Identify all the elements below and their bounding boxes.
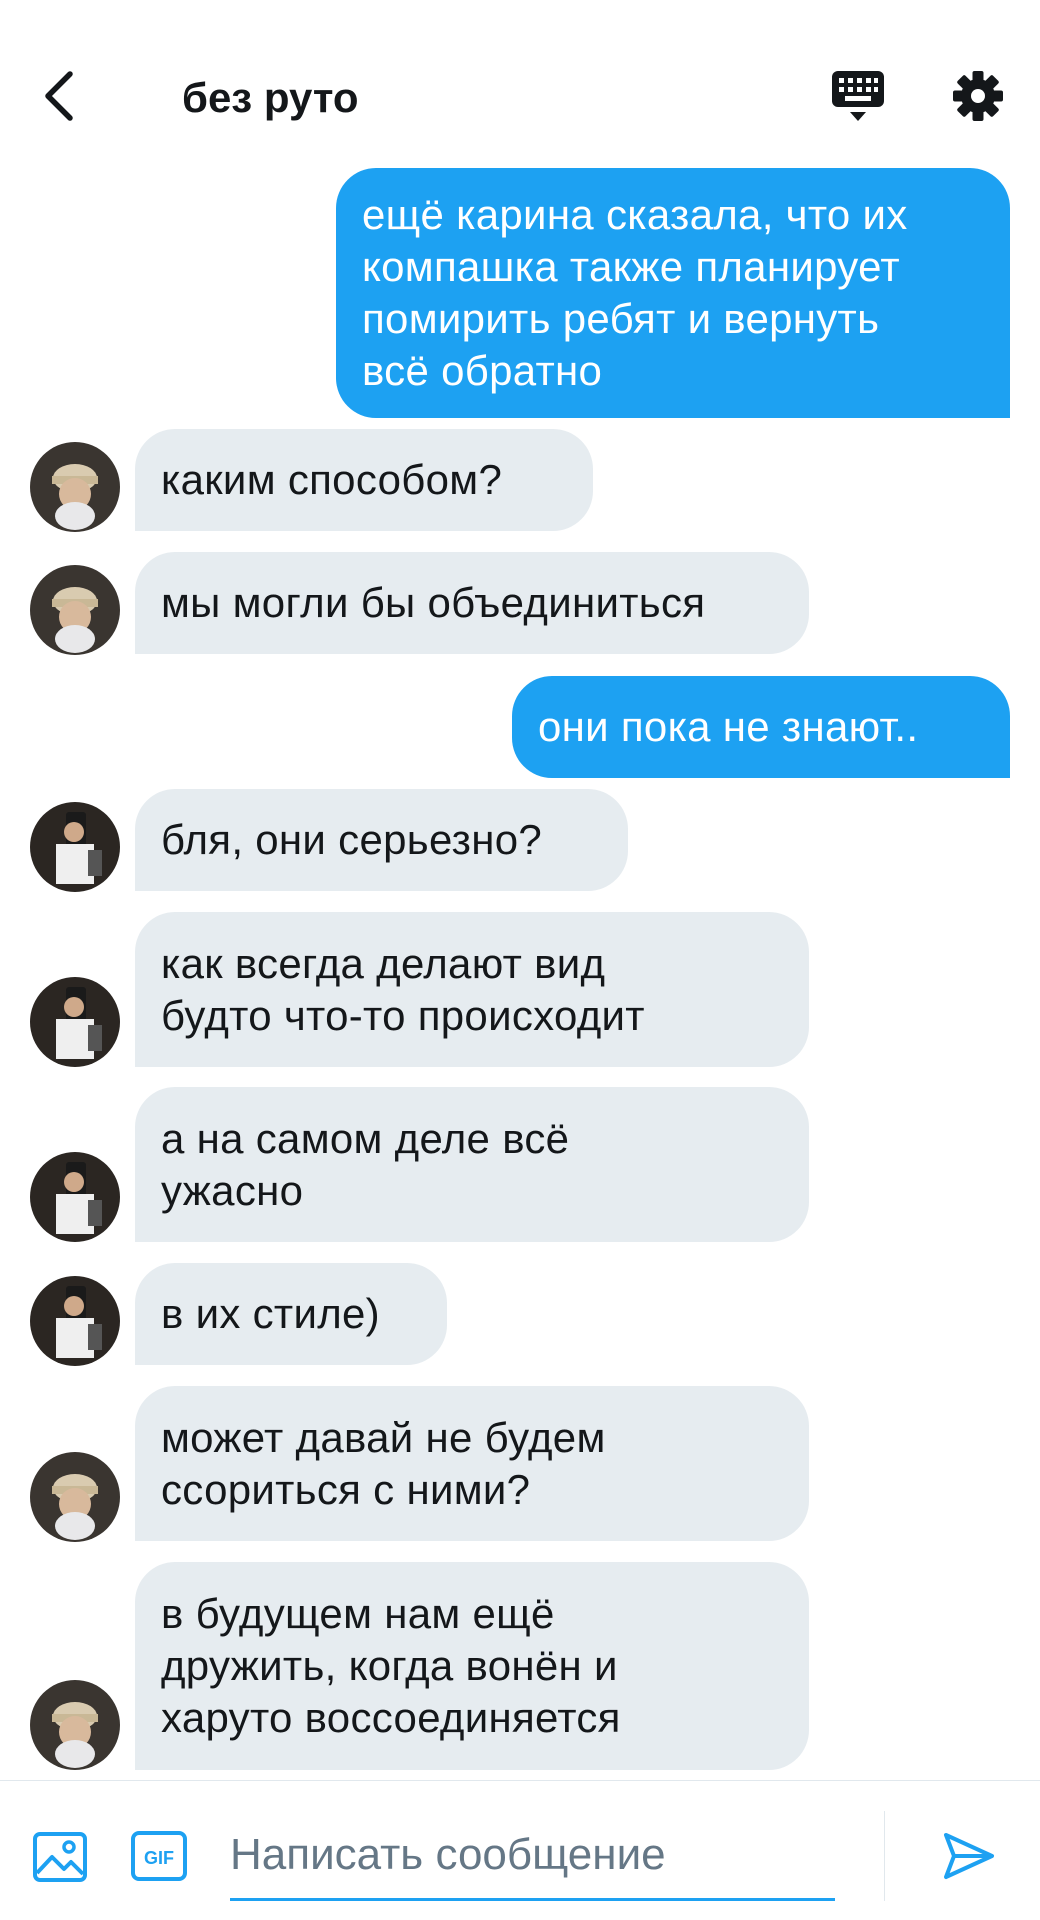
incoming-message[interactable]: каким способом? <box>135 429 593 531</box>
avatar[interactable] <box>30 1276 120 1366</box>
back-button[interactable] <box>30 68 90 128</box>
outgoing-message[interactable]: они пока не знают.. <box>512 676 1010 778</box>
avatar[interactable] <box>30 565 120 655</box>
avatar[interactable] <box>30 1152 120 1242</box>
dm-conversation-screen: без руто ещё карина сказала, что их комп… <box>0 0 1040 1920</box>
gif-icon: GIF <box>130 1831 188 1889</box>
chevron-left-icon <box>40 68 80 129</box>
send-icon <box>940 1833 998 1889</box>
incoming-message[interactable]: может давай не будем ссориться с ними? <box>135 1386 809 1541</box>
avatar[interactable] <box>30 442 120 532</box>
avatar[interactable] <box>30 1680 120 1770</box>
incoming-message[interactable]: в их стиле) <box>135 1263 447 1365</box>
incoming-message[interactable]: в будущем нам ещё дружить, когда вонён и… <box>135 1562 809 1770</box>
composer-divider <box>884 1811 885 1901</box>
gear-icon <box>952 70 1004 127</box>
incoming-message[interactable]: бля, они серьезно? <box>135 789 628 891</box>
header-bar: без руто <box>0 0 1040 165</box>
incoming-message[interactable]: мы могли бы объединиться <box>135 552 809 654</box>
add-gif-button[interactable]: GIF <box>130 1827 188 1885</box>
keyboard-icon <box>830 69 886 128</box>
conversation-title: без руто <box>182 74 359 121</box>
avatar[interactable] <box>30 1452 120 1542</box>
message-input[interactable] <box>230 1811 835 1901</box>
avatar[interactable] <box>30 802 120 892</box>
send-button[interactable] <box>940 1827 998 1885</box>
incoming-message[interactable]: как всегда делают вид будто что-то проис… <box>135 912 809 1067</box>
incoming-message[interactable]: а на самом деле всё ужасно <box>135 1087 809 1242</box>
outgoing-message[interactable]: ещё карина сказала, что их компашка такж… <box>336 168 1010 418</box>
image-icon <box>32 1832 88 1889</box>
avatar[interactable] <box>30 977 120 1067</box>
add-image-button[interactable] <box>32 1829 88 1885</box>
message-composer: GIF <box>0 1780 1040 1920</box>
keyboard-toggle-button[interactable] <box>828 68 888 128</box>
svg-text:GIF: GIF <box>144 1848 174 1868</box>
settings-button[interactable] <box>948 68 1008 128</box>
